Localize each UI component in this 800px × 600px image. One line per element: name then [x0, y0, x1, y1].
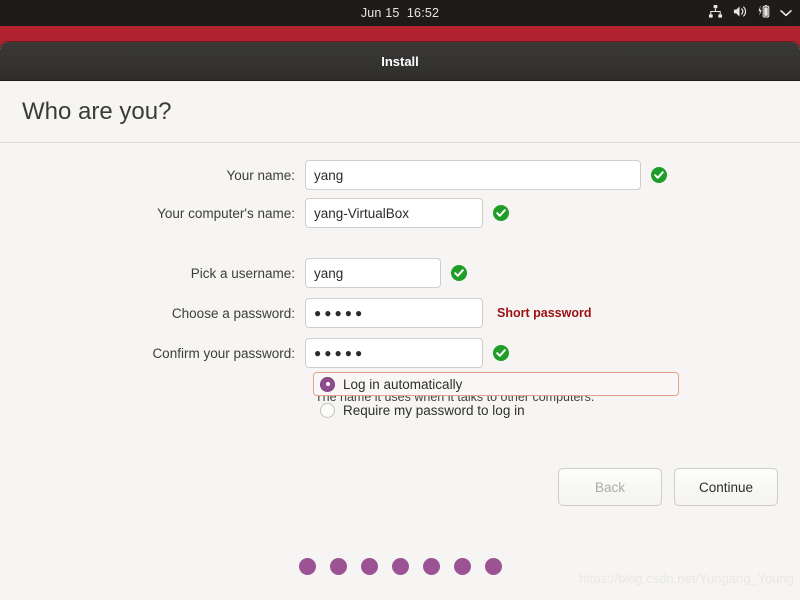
clock-label[interactable]: Jun 15 16:52	[361, 6, 439, 20]
watermark-text: https://blog.csdn.net/Yungang_Young	[579, 571, 794, 586]
confirm-password-label: Confirm your password:	[152, 345, 295, 361]
user-account-form: Your name: yang Your computer's name: ya…	[0, 143, 800, 600]
hostname-label: Your computer's name:	[157, 205, 295, 221]
navigation-buttons: Back Continue	[558, 468, 778, 506]
radio-selected-icon	[320, 376, 335, 392]
password-input[interactable]: ●●●●●	[305, 298, 483, 328]
desktop-background: Jun 15 16:52 Install Who are you? Your n…	[0, 0, 800, 600]
radio-login-automatically[interactable]: Log in automatically	[313, 372, 679, 396]
progress-dot	[360, 558, 378, 575]
password-strength-warning: Short password	[497, 306, 592, 320]
page-title: Who are you?	[22, 97, 172, 125]
username-valid-check-icon	[450, 264, 468, 282]
fullname-valid-check-icon	[650, 166, 668, 184]
back-button[interactable]: Back	[558, 468, 662, 506]
password-label: Choose a password:	[171, 305, 295, 321]
page-header: Who are you?	[0, 81, 800, 143]
chevron-down-icon[interactable]	[780, 6, 792, 20]
progress-dot	[329, 558, 347, 575]
hostname-input[interactable]: yang-VirtualBox	[305, 198, 483, 228]
form-row-confirm-password: Confirm your password: ●●●●●	[0, 337, 800, 369]
radio-unselected-icon	[320, 402, 335, 418]
window-title: Install	[381, 53, 419, 69]
username-input[interactable]: yang	[305, 258, 441, 288]
installer-window: Install Who are you? Your name: yang You…	[0, 42, 800, 600]
radio-require-password-label: Require my password to log in	[343, 402, 525, 418]
fullname-label: Your name:	[226, 167, 295, 183]
confirm-password-valid-check-icon	[492, 344, 510, 362]
progress-dot	[298, 558, 316, 575]
progress-dot	[484, 558, 502, 575]
form-row-username: Pick a username: yang	[0, 257, 800, 289]
radio-login-automatically-label: Log in automatically	[343, 376, 463, 392]
progress-dot	[453, 558, 471, 575]
progress-dot	[422, 558, 440, 575]
battery-charging-icon[interactable]	[757, 4, 771, 22]
username-label: Pick a username:	[190, 265, 295, 281]
form-row-password: Choose a password: ●●●●● Short password	[0, 297, 800, 329]
confirm-password-input[interactable]: ●●●●●	[305, 338, 483, 368]
network-icon[interactable]	[708, 4, 723, 22]
volume-icon[interactable]	[732, 4, 748, 22]
progress-dot	[391, 558, 409, 575]
radio-require-password[interactable]: Require my password to log in	[313, 398, 679, 422]
form-row-hostname: Your computer's name: yang-VirtualBox	[0, 197, 800, 229]
form-row-fullname: Your name: yang	[0, 159, 800, 191]
hostname-valid-check-icon	[492, 204, 510, 222]
window-titlebar[interactable]: Install	[0, 42, 800, 81]
system-tray	[708, 0, 792, 26]
gnome-top-panel: Jun 15 16:52	[0, 0, 800, 26]
continue-button[interactable]: Continue	[674, 468, 778, 506]
fullname-input[interactable]: yang	[305, 160, 641, 190]
